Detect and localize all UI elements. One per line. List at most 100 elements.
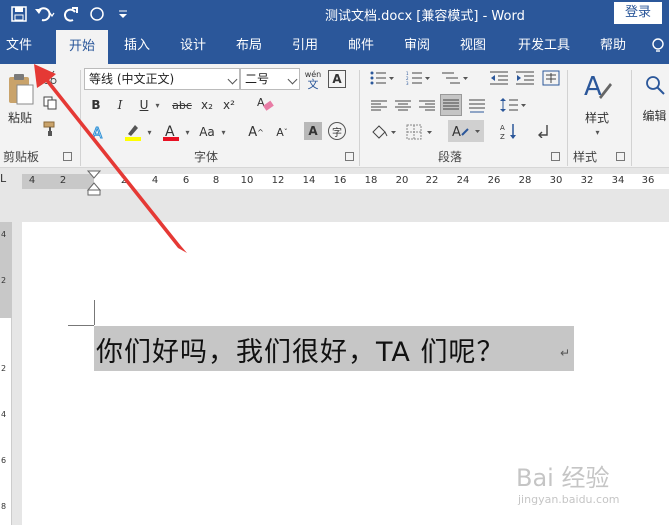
vruler-tick: 2 <box>1 364 7 373</box>
styles-dropdown[interactable]: ▾ <box>592 126 602 138</box>
character-border-button[interactable]: A <box>328 70 346 88</box>
paragraph-mark: ↵ <box>560 346 571 360</box>
italic-button[interactable]: I <box>112 96 128 114</box>
svg-text:A: A <box>584 72 602 102</box>
show-marks-icon[interactable] <box>534 122 552 140</box>
format-painter-icon[interactable] <box>40 120 60 138</box>
clipboard-launcher-icon[interactable] <box>63 152 72 161</box>
login-button[interactable]: 登录 <box>614 2 662 24</box>
dropdown-arrow-icon: ▾ <box>147 127 152 137</box>
paste-label[interactable]: 粘贴 <box>4 108 36 126</box>
styles-launcher-icon[interactable] <box>616 152 625 161</box>
align-right-icon[interactable] <box>416 96 438 116</box>
vruler-tick: 4 <box>1 410 7 419</box>
tab-home[interactable]: 开始 <box>56 30 108 64</box>
svg-text:A: A <box>452 125 461 139</box>
redo-icon[interactable] <box>58 3 84 25</box>
shrink-font-button[interactable]: Aˇ <box>272 122 292 142</box>
crop-mark <box>68 325 94 326</box>
document-text[interactable]: 你们好吗，我们很好，TA 们呢？ <box>96 330 504 369</box>
vertical-ruler[interactable]: 4 2 2 4 6 8 <box>0 222 12 525</box>
borders-icon[interactable] <box>404 122 434 142</box>
cut-icon[interactable] <box>40 68 60 86</box>
bold-button[interactable]: B <box>88 96 104 114</box>
group-separator <box>567 70 568 166</box>
customize-qat-icon[interactable] <box>110 3 136 25</box>
clear-formatting-icon[interactable]: A <box>254 94 276 114</box>
enclose-characters-button[interactable]: 字 <box>328 122 346 140</box>
character-shading-button[interactable]: A <box>304 122 322 140</box>
tab-file[interactable]: 文件 <box>0 28 38 64</box>
highlight-icon[interactable] <box>122 122 144 142</box>
font-color-dropdown[interactable]: ▾ <box>182 122 192 142</box>
chinese-layout-icon[interactable] <box>540 68 562 88</box>
crop-mark <box>94 300 95 325</box>
copy-icon[interactable] <box>40 94 60 112</box>
font-size-value: 二号 <box>245 72 270 86</box>
tab-help[interactable]: 帮助 <box>592 28 634 64</box>
superscript-button[interactable]: x² <box>220 96 238 114</box>
watermark-url: jingyan.baidu.com <box>518 493 620 506</box>
multilevel-list-icon[interactable] <box>440 68 470 88</box>
tab-selector-icon[interactable]: L <box>0 172 10 190</box>
grow-font-button[interactable]: A ^ <box>246 122 266 142</box>
bullets-icon[interactable] <box>368 68 396 88</box>
horizontal-ruler[interactable]: L 4 2 2 4 6 8 10 12 14 16 18 20 22 24 26… <box>0 168 669 196</box>
underline-button[interactable]: U <box>136 96 152 114</box>
tab-references[interactable]: 引用 <box>284 28 326 64</box>
ruler-tick: 34 <box>611 175 625 186</box>
font-group-label: 字体 <box>194 150 219 164</box>
strikethrough-button[interactable]: abc <box>170 96 194 114</box>
paste-icon[interactable] <box>4 70 36 106</box>
ruler-tick: 30 <box>549 175 563 186</box>
ruler-tick: 2 <box>59 175 67 186</box>
tab-design[interactable]: 设计 <box>172 28 214 64</box>
distributed-icon[interactable] <box>466 96 488 116</box>
line-spacing-icon[interactable] <box>498 94 528 116</box>
shading-icon[interactable] <box>368 122 398 142</box>
save-icon[interactable] <box>6 3 32 25</box>
styles-icon[interactable]: A <box>580 70 614 106</box>
tab-review[interactable]: 审阅 <box>396 28 438 64</box>
circle-icon[interactable] <box>84 3 110 25</box>
ruler-tick: 6 <box>182 175 190 186</box>
numbering-icon[interactable]: 123 <box>404 68 432 88</box>
editing-label[interactable]: 编辑 <box>640 106 669 124</box>
indent-marker-icon[interactable] <box>86 170 102 196</box>
tab-developer[interactable]: 开发工具 <box>510 28 578 64</box>
change-case-button[interactable]: Aa <box>196 122 218 142</box>
text-effects-icon[interactable]: A <box>88 122 110 142</box>
font-name-value: 等线 (中文正文) <box>89 72 175 86</box>
tab-insert[interactable]: 插入 <box>116 28 158 64</box>
highlight-dropdown[interactable]: ▾ <box>144 122 154 142</box>
change-case-dropdown[interactable]: ▾ <box>218 122 228 142</box>
font-color-icon[interactable]: A <box>160 122 182 142</box>
ruler-tick: 22 <box>425 175 439 186</box>
font-size-combo[interactable]: 二号 <box>240 68 300 90</box>
undo-icon[interactable] <box>32 3 58 25</box>
increase-indent-icon[interactable] <box>514 68 536 88</box>
font-launcher-icon[interactable] <box>345 152 354 161</box>
tab-view[interactable]: 视图 <box>452 28 494 64</box>
tab-mailings[interactable]: 邮件 <box>340 28 382 64</box>
lightbulb-icon[interactable] <box>648 28 668 64</box>
tab-layout[interactable]: 布局 <box>228 28 270 64</box>
title-bar: 测试文档.docx [兼容模式] - Word 登录 <box>0 0 669 28</box>
align-left-icon[interactable] <box>368 96 390 116</box>
decrease-indent-icon[interactable] <box>488 68 510 88</box>
svg-text:Z: Z <box>500 133 505 140</box>
underline-dropdown[interactable]: ▾ <box>152 96 162 114</box>
ruler-tick: 24 <box>456 175 470 186</box>
asian-layout-icon[interactable]: A <box>448 120 484 142</box>
subscript-button[interactable]: x₂ <box>198 96 216 114</box>
font-name-combo[interactable]: 等线 (中文正文) <box>84 68 240 90</box>
ribbon-home: 粘贴 剪贴板 等线 (中文正文) 二号 wén 文 A B I U ▾ abc … <box>0 64 669 168</box>
paragraph-launcher-icon[interactable] <box>551 152 560 161</box>
justify-icon[interactable] <box>440 94 462 116</box>
sort-icon[interactable]: AZ <box>498 120 520 142</box>
search-icon[interactable] <box>640 70 669 100</box>
styles-button-label[interactable]: 样式 <box>580 108 614 126</box>
svg-text:A: A <box>500 124 505 132</box>
phonetic-guide-button[interactable]: wén 文 <box>302 68 324 92</box>
align-center-icon[interactable] <box>392 96 414 116</box>
